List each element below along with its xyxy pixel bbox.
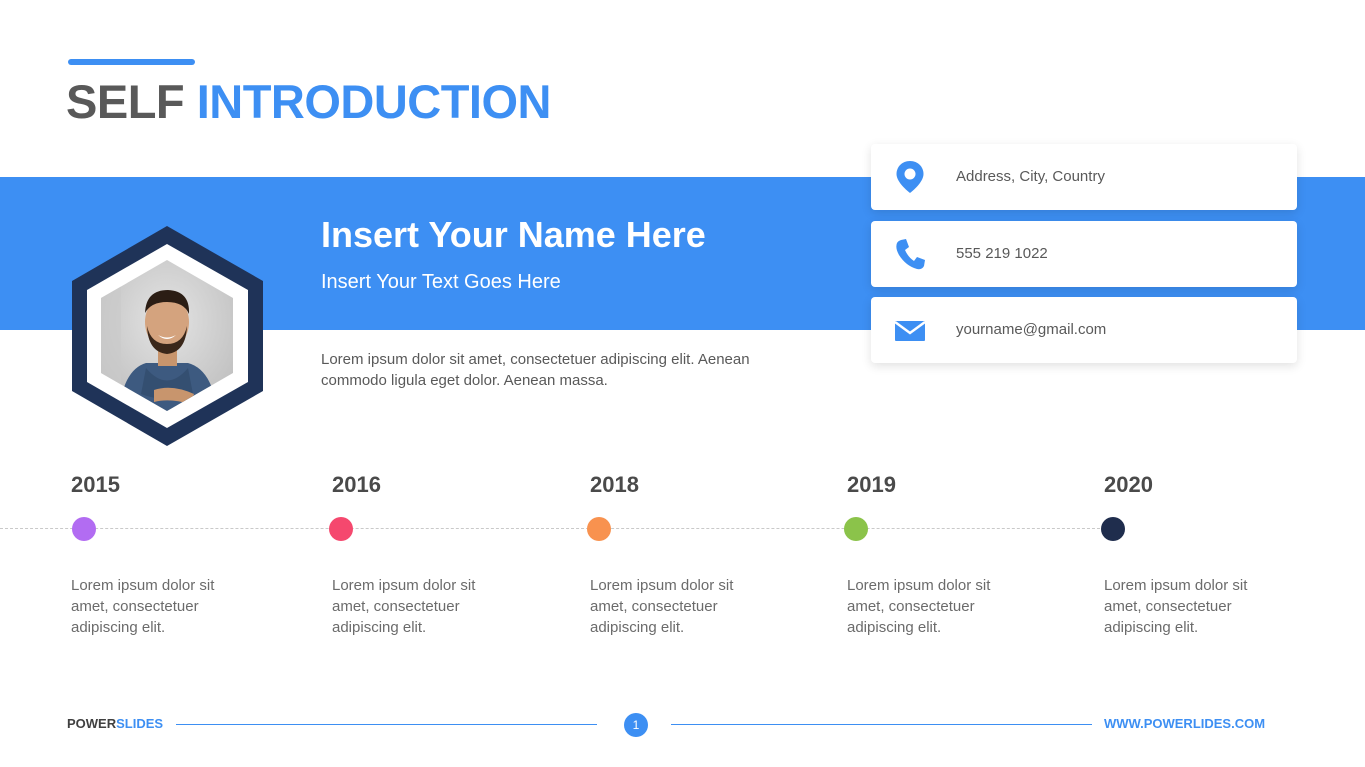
location-pin-icon xyxy=(896,161,924,193)
timeline-text: Lorem ipsum dolor sit amet, consectetuer… xyxy=(71,577,215,636)
footer-url-link[interactable]: WWW.POWERLIDES.COM xyxy=(1104,716,1265,731)
timeline-year: 2015 xyxy=(71,472,120,497)
timeline-line xyxy=(0,528,1110,529)
timeline-item-2020: 2020 Lorem ipsum dolor sit amet, consect… xyxy=(1101,470,1304,636)
timeline-year: 2019 xyxy=(847,472,896,497)
contact-phone: 555 219 1022 xyxy=(956,245,1048,262)
title-word-2: INTRODUCTION xyxy=(196,75,552,128)
phone-icon xyxy=(896,239,925,270)
contact-card-email: yourname@gmail.com xyxy=(871,297,1297,363)
footer-divider-right xyxy=(671,724,1092,725)
timeline-text: Lorem ipsum dolor sit amet, consectetuer… xyxy=(847,577,991,636)
page-number: 1 xyxy=(624,713,648,737)
timeline-item-2016: 2016 Lorem ipsum dolor sit amet, consect… xyxy=(329,470,532,636)
contact-card-address: Address, City, Country xyxy=(871,144,1297,210)
timeline-dot xyxy=(844,517,868,541)
timeline-item-2019: 2019 Lorem ipsum dolor sit amet, consect… xyxy=(844,470,1047,636)
footer-brand: POWERSLIDES xyxy=(67,716,163,731)
profile-photo-frame xyxy=(62,218,277,453)
timeline-dot xyxy=(72,517,96,541)
profile-name: Insert Your Name Here xyxy=(321,214,706,255)
timeline-item-2015: 2015 Lorem ipsum dolor sit amet, consect… xyxy=(71,470,271,636)
title-word-1: SELF xyxy=(66,75,185,128)
timeline-year: 2016 xyxy=(332,472,381,497)
profile-subtitle: Insert Your Text Goes Here xyxy=(321,271,561,293)
timeline-dot xyxy=(329,517,353,541)
timeline-text: Lorem ipsum dolor sit amet, consectetuer… xyxy=(332,577,476,636)
footer-brand-part2: SLIDES xyxy=(116,716,164,731)
timeline-text: Lorem ipsum dolor sit amet, consectetuer… xyxy=(590,577,734,636)
timeline-dot xyxy=(1101,517,1125,541)
contact-email: yourname@gmail.com xyxy=(956,321,1107,338)
footer-divider-left xyxy=(176,724,597,725)
timeline-year: 2018 xyxy=(590,472,639,497)
timeline-text: Lorem ipsum dolor sit amet, consectetuer… xyxy=(1104,577,1248,636)
page-title: SELF INTRODUCTION xyxy=(66,74,552,129)
contact-address: Address, City, Country xyxy=(956,168,1105,185)
profile-description: Lorem ipsum dolor sit amet, consectetuer… xyxy=(321,351,750,389)
timeline-dot xyxy=(587,517,611,541)
email-icon xyxy=(894,320,926,341)
timeline-item-2018: 2018 Lorem ipsum dolor sit amet, consect… xyxy=(587,470,790,636)
title-accent-bar xyxy=(68,59,195,65)
contact-card-phone: 555 219 1022 xyxy=(871,221,1297,287)
footer-brand-part1: POWER xyxy=(67,716,117,731)
timeline-year: 2020 xyxy=(1104,472,1153,497)
